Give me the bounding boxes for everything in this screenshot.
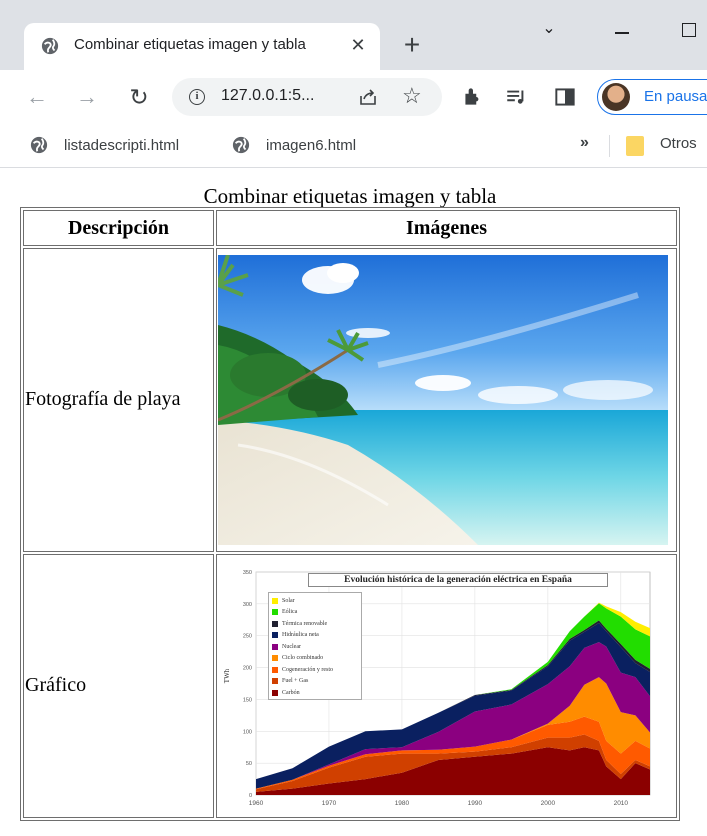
bookmark-star-icon[interactable]: ☆: [402, 83, 422, 109]
header-row: Descripción Imágenes: [23, 210, 677, 246]
legend-label: Eólica: [282, 609, 298, 616]
tab-title: Combinar etiquetas imagen y tabla: [74, 36, 306, 53]
chart-x-tick-label: 2010: [614, 800, 629, 807]
other-bookmarks-button[interactable]: Otros: [660, 135, 697, 152]
forward-arrow-icon[interactable]: →: [72, 82, 102, 112]
globe-icon: [232, 136, 250, 154]
legend-label: Cogeneración y resto: [282, 666, 333, 673]
chart-y-tick-label: 200: [243, 665, 252, 671]
page-content: Combinar etiquetas imagen y tabla Descri…: [0, 169, 707, 836]
legend-item: Hidráulica neta: [272, 629, 358, 641]
legend-item: Fuel + Gas: [272, 675, 358, 687]
legend-swatch: [272, 689, 278, 696]
legend-item: Eólica: [272, 606, 358, 618]
legend-item: Cogeneración y resto: [272, 664, 358, 676]
new-tab-button[interactable]: +: [396, 30, 428, 62]
legend-item: Carbón: [272, 687, 358, 699]
legend-swatch: [272, 666, 278, 673]
close-tab-icon[interactable]: ✕: [348, 35, 368, 55]
bookmark-imagen6[interactable]: imagen6.html: [232, 135, 356, 155]
table-row: Gráfico 0 50 100 150 200 250 300 350 1960 1970 198…: [23, 553, 677, 818]
chart-x-tick-label: 1970: [322, 800, 337, 807]
legend-label: Solar: [282, 597, 295, 604]
table-caption: Combinar etiquetas imagen y tabla: [203, 184, 497, 208]
chart-x-tick-label: 1980: [395, 800, 410, 807]
bookmark-label: imagen6.html: [266, 136, 357, 154]
bookmark-listadescripti[interactable]: listadescripti.html: [30, 135, 179, 155]
url-text[interactable]: 127.0.0.1:5...: [221, 87, 314, 105]
chart-image: 0 50 100 150 200 250 300 350 1960 1970 1980 1990 200…: [218, 559, 668, 812]
header-imagenes: Imágenes: [216, 210, 677, 246]
description-cell: Fotografía de playa: [23, 248, 214, 552]
info-icon[interactable]: i: [189, 89, 205, 105]
legend-swatch: [272, 609, 278, 616]
legend-label: Térmica renovable: [282, 620, 328, 627]
legend-label: Hidráulica neta: [282, 632, 319, 639]
legend-swatch: [272, 632, 278, 639]
chart-title: Evolución histórica de la generación elé…: [308, 572, 608, 587]
browser-tab[interactable]: Combinar etiquetas imagen y tabla ✕: [24, 23, 380, 70]
table-row: Fotografía de playa: [23, 248, 677, 552]
profile-status: En pausa: [644, 88, 707, 105]
chart-x-tick-label: 1960: [249, 800, 264, 807]
legend-swatch: [272, 597, 278, 604]
header-descripcion: Descripción: [23, 210, 214, 246]
chart-x-tick-label: 1990: [468, 800, 483, 807]
browser-titlebar: Combinar etiquetas imagen y tabla ✕ + ⌄: [0, 0, 707, 70]
chart-y-tick-label: 0: [249, 793, 252, 799]
extensions-puzzle-icon[interactable]: [460, 84, 486, 110]
tab-search-chevron-icon[interactable]: ⌄: [531, 14, 567, 44]
legend-item: Nuclear: [272, 641, 358, 653]
reload-icon[interactable]: ↻: [124, 82, 154, 112]
image-cell: 0 50 100 150 200 250 300 350 1960 1970 1980 1990 200…: [216, 553, 677, 818]
description-cell: Gráfico: [23, 553, 214, 818]
legend-swatch: [272, 620, 278, 627]
content-table: Descripción Imágenes Fotografía de playa: [20, 207, 680, 821]
share-icon[interactable]: [358, 87, 378, 107]
profile-button[interactable]: En pausa: [597, 79, 707, 115]
chart-legend: Solar Eólica Térmica renovable Hidráulica n…: [268, 591, 362, 700]
chart-y-tick-label: 250: [243, 634, 252, 640]
chart-y-axis-label: TWh: [223, 668, 232, 683]
more-bookmarks-button[interactable]: »: [580, 134, 589, 152]
legend-label: Nuclear: [282, 643, 301, 650]
maximize-button[interactable]: [668, 14, 704, 44]
legend-item: Ciclo combinado: [272, 652, 358, 664]
globe-icon: [30, 136, 48, 154]
folder-icon[interactable]: [626, 136, 644, 156]
browser-toolbar: ← → ↻ i 127.0.0.1:5... ☆ En pausa: [0, 70, 707, 124]
chart-y-tick-label: 300: [243, 602, 252, 608]
bookmarks-divider: [609, 135, 610, 157]
side-panel-icon[interactable]: [552, 84, 578, 110]
chart-x-tick-label: 2000: [541, 800, 556, 807]
chart-y-tick-label: 50: [246, 761, 252, 767]
media-control-icon[interactable]: [504, 84, 530, 110]
address-bar[interactable]: i 127.0.0.1:5... ☆: [172, 78, 442, 116]
chart-y-tick-label: 100: [243, 729, 252, 735]
bookmarks-bar: listadescripti.html imagen6.html » Otros: [0, 124, 707, 168]
legend-swatch: [272, 655, 278, 662]
globe-icon: [41, 37, 59, 55]
minimize-button[interactable]: [604, 14, 640, 44]
avatar: [602, 83, 630, 111]
back-arrow-icon[interactable]: ←: [22, 82, 52, 112]
legend-swatch: [272, 643, 278, 650]
legend-swatch: [272, 678, 278, 685]
bookmark-label: listadescripti.html: [64, 136, 180, 154]
legend-item: Solar: [272, 595, 358, 607]
legend-label: Carbón: [282, 689, 300, 696]
legend-item: Térmica renovable: [272, 618, 358, 630]
image-cell: [216, 248, 677, 552]
beach-photo: [218, 254, 668, 545]
chart-y-tick-label: 350: [243, 570, 252, 576]
legend-label: Fuel + Gas: [282, 678, 309, 685]
legend-label: Ciclo combinado: [282, 655, 324, 662]
chart-y-tick-label: 150: [243, 697, 252, 703]
